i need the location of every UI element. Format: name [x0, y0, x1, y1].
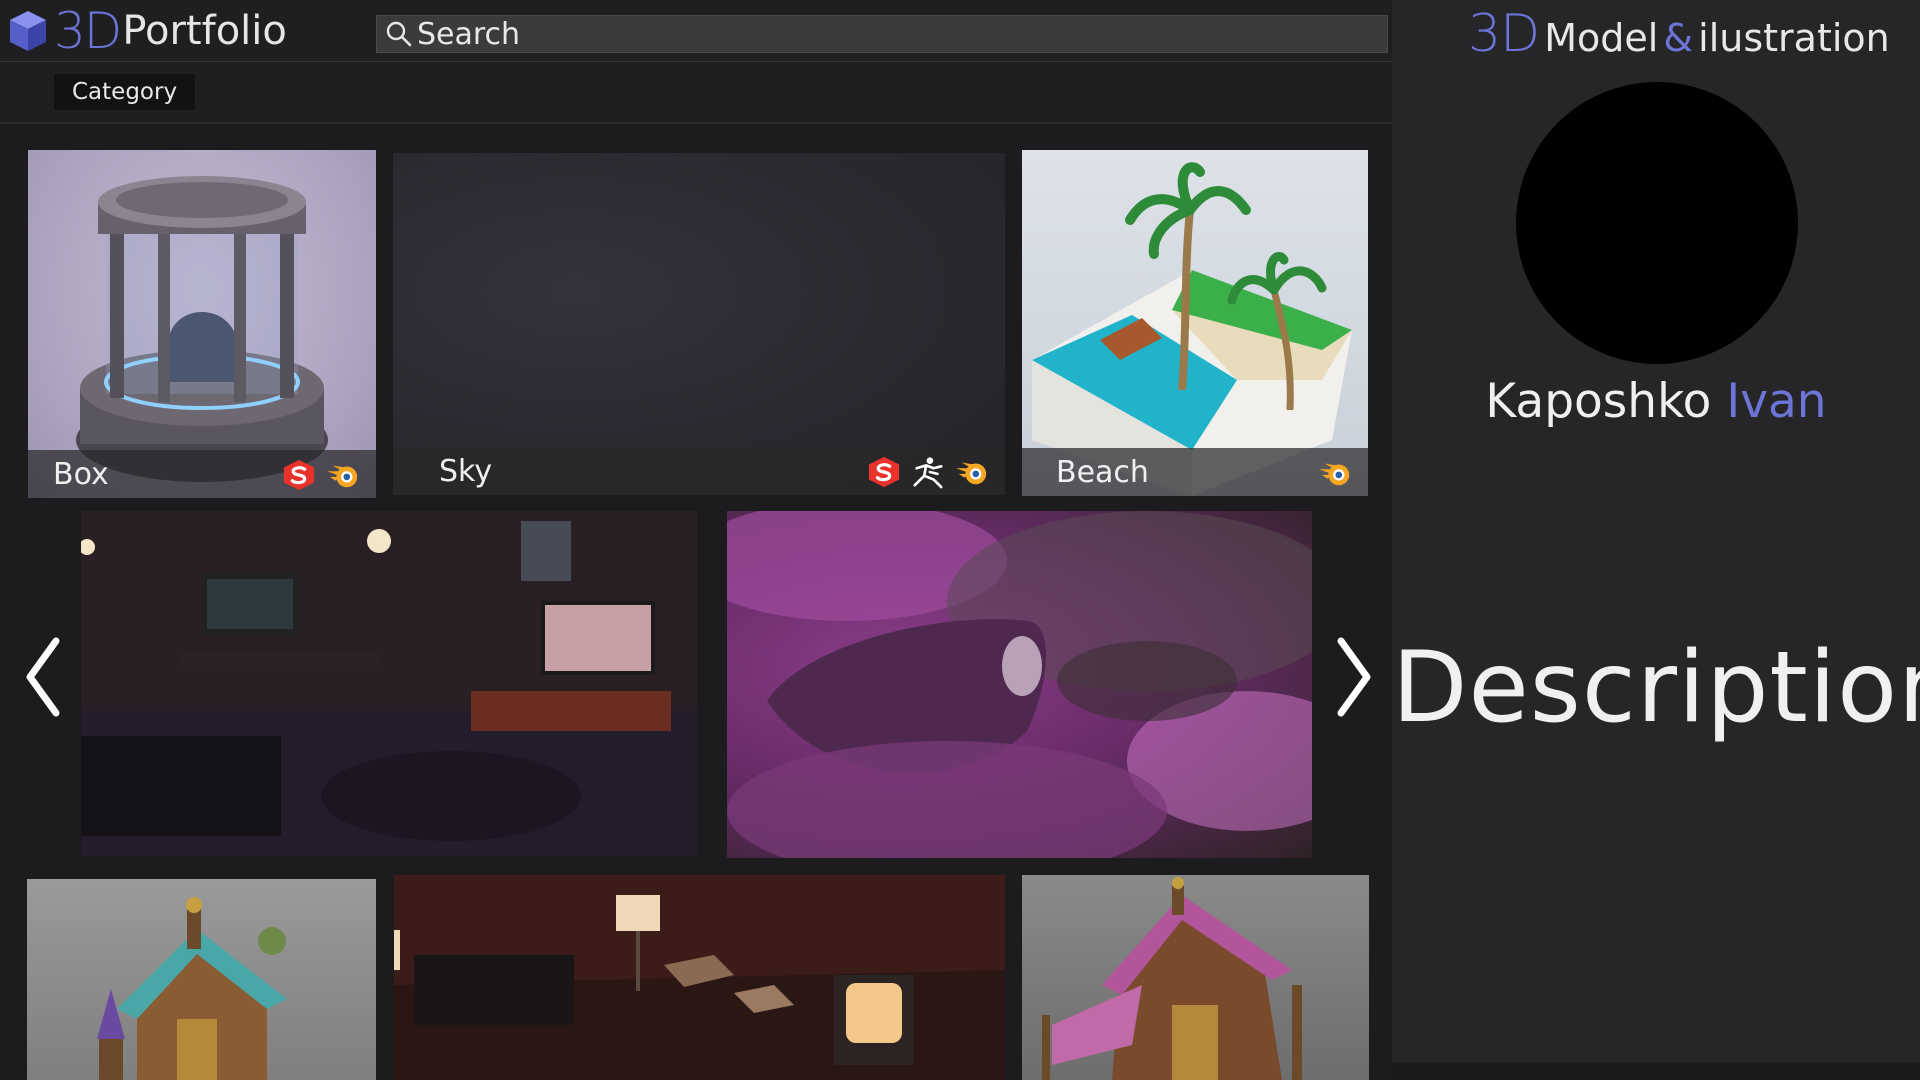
search-bar[interactable] [376, 15, 1388, 53]
logo-3d: 3D [54, 2, 122, 60]
profile-title: 3D Model & ilustration [1468, 4, 1890, 76]
artist-last-name: Ivan [1726, 374, 1827, 429]
title-3d: 3D [1468, 4, 1540, 64]
tile-name: Beach [1056, 454, 1149, 490]
category-button[interactable]: Category [54, 74, 196, 110]
gallery-tile-sky[interactable]: Sky [393, 153, 1005, 495]
substance-painter-icon [865, 455, 903, 489]
beach-artwork [1032, 162, 1352, 496]
tool-icons [1316, 456, 1354, 490]
gallery-tile-dark-room[interactable] [394, 875, 1005, 1080]
blender-icon [1316, 456, 1354, 490]
tile-caption: Sky [393, 447, 1005, 495]
cube-logo-icon [10, 11, 46, 51]
avatar[interactable] [1516, 82, 1798, 364]
tile-name: Box [53, 456, 109, 492]
carousel-slide-room[interactable] [81, 511, 697, 856]
carousel-slide-airship[interactable] [727, 511, 1312, 858]
blender-icon [324, 458, 362, 492]
tile-name: Sky [439, 453, 493, 489]
fantasy-house-artwork [97, 897, 287, 1080]
search-input[interactable] [417, 16, 1317, 52]
room-artwork [81, 511, 697, 856]
tool-icons [865, 455, 991, 489]
gallery-tile-fantasy-house[interactable] [27, 879, 376, 1080]
profile-description: Description [1392, 631, 1920, 745]
box-artwork [76, 176, 328, 482]
artist-name: Kaposhko Ivan [1392, 372, 1920, 432]
tile-caption: Box [28, 450, 376, 498]
substance-painter-icon [280, 458, 318, 492]
logo[interactable]: 3D Portfolio [8, 6, 287, 56]
category-bar: Category [0, 62, 1392, 124]
tool-icons [280, 458, 362, 492]
blender-icon [953, 455, 991, 489]
dark-room-artwork [394, 875, 1005, 1080]
top-bar: 3D Portfolio [0, 0, 1392, 62]
chevron-left-icon[interactable] [20, 627, 70, 727]
chevron-right-icon[interactable] [1327, 627, 1377, 727]
fantasy-shop-artwork [1042, 877, 1302, 1080]
profile-panel: 3D Model & ilustration Kaposhko Ivan Des… [1392, 0, 1920, 1062]
artist-first-name: Kaposhko [1485, 374, 1712, 429]
gallery-tile-beach[interactable]: Beach [1022, 150, 1368, 496]
airship-artwork [727, 511, 1312, 858]
gallery-tile-fantasy-shop[interactable] [1022, 875, 1369, 1080]
search-icon [386, 21, 412, 47]
zbrush-icon [909, 455, 947, 489]
title-illustration: ilustration [1698, 16, 1890, 60]
portfolio-pane: 3D Portfolio Category [0, 0, 1392, 1080]
logo-word: Portfolio [122, 8, 287, 54]
app: 3D Portfolio Category [0, 0, 1920, 1080]
tile-caption: Beach [1022, 448, 1368, 496]
gallery-tile-box[interactable]: Box [28, 150, 376, 498]
title-ampersand: & [1663, 16, 1694, 60]
title-model: Model [1544, 16, 1659, 60]
